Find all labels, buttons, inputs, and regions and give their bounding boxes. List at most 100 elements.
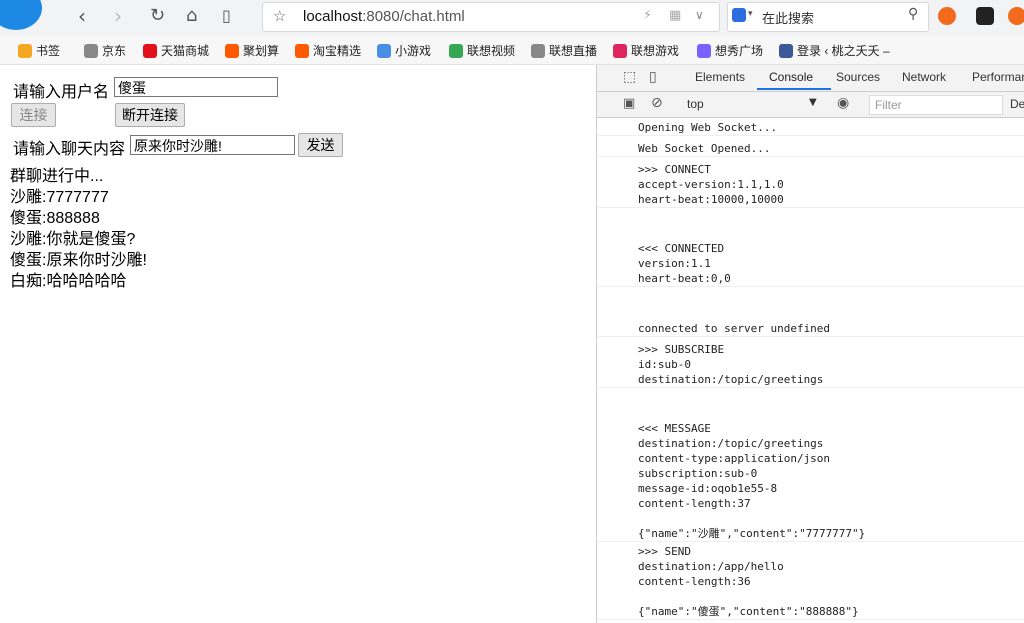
bookmark-item[interactable]: 天猫商城 — [143, 42, 209, 59]
bookmark-label: 联想视频 — [467, 44, 516, 58]
search-icon[interactable]: ⚲ — [908, 6, 918, 22]
console-entry: >>> SEND destination:/app/hello content-… — [597, 544, 1024, 620]
extension-icon-3[interactable] — [1008, 7, 1024, 25]
chat-message: 白痴:哈哈哈哈哈 — [10, 273, 127, 290]
bookmark-item[interactable]: 淘宝精选 — [295, 42, 361, 59]
forward-icon[interactable]: › — [114, 6, 122, 26]
engine-dropdown-icon[interactable]: ▾ — [748, 9, 753, 19]
console-entry-text: Web Socket Opened... — [638, 142, 771, 155]
bookmark-label: 联想游戏 — [631, 44, 680, 58]
bookmark-icon — [225, 44, 239, 58]
console-entry: >>> CONNECT accept-version:1.1,1.0 heart… — [597, 162, 1024, 208]
bookmark-icon — [613, 44, 627, 58]
tab-performance[interactable]: Performan — [972, 70, 1024, 84]
address-bar[interactable]: ☆ localhost:8080/chat.html ⚡ ▦ ∨ — [262, 2, 720, 32]
tab-network[interactable]: Network — [902, 70, 946, 84]
console-entry: <<< CONNECTED version:1.1 heart-beat:0,0 — [597, 241, 1024, 287]
chat-label: 请输入聊天内容 — [13, 141, 126, 158]
console-entry-text: <<< CONNECTED version:1.1 heart-beat:0,0 — [638, 242, 731, 285]
clear-console-icon[interactable]: ⊘ — [651, 95, 663, 111]
bookmark-label: 书签 — [36, 44, 61, 58]
star-icon[interactable]: ☆ — [273, 7, 286, 25]
context-dropdown-icon[interactable]: ▼ — [809, 97, 817, 108]
username-input[interactable]: 傻蛋 — [114, 77, 278, 97]
chat-input[interactable]: 原来你时沙雕! — [130, 135, 295, 155]
bookmark-label: 聚划算 — [243, 44, 280, 58]
console-entry: Web Socket Opened... — [597, 141, 1024, 157]
bookmark-item[interactable]: 想秀广场 — [697, 42, 763, 59]
bookmark-item[interactable]: 书签 — [18, 42, 60, 59]
reader-icon[interactable]: ▯ — [222, 6, 231, 26]
bookmark-item[interactable]: 小游戏 — [377, 42, 431, 59]
bookmark-label: 淘宝精选 — [313, 44, 362, 58]
bookmark-item[interactable]: 联想直播 — [531, 42, 597, 59]
url-text[interactable]: localhost:8080/chat.html — [303, 8, 465, 25]
bookmark-label: 联想直播 — [549, 44, 598, 58]
sidebar-toggle-icon[interactable]: ▣ — [623, 96, 635, 111]
devtools-tab-bar: ⬚ ▯ Elements Console Sources Network Per… — [597, 65, 1024, 92]
inspect-icon[interactable]: ⬚ — [623, 69, 636, 85]
bookmark-icon — [531, 44, 545, 58]
connect-button[interactable]: 连接 — [11, 103, 56, 127]
filter-placeholder: Filter — [875, 98, 902, 112]
bookmark-icon — [449, 44, 463, 58]
console-entry-text: >>> SUBSCRIBE id:sub-0 destination:/topi… — [638, 343, 824, 386]
disconnect-button[interactable]: 断开连接 — [115, 103, 185, 127]
console-entry-text: Opening Web Socket... — [638, 121, 778, 134]
home-icon[interactable]: ⌂ — [186, 6, 197, 26]
console-entry: >>> SUBSCRIBE id:sub-0 destination:/topi… — [597, 342, 1024, 388]
bookmark-label: 想秀广场 — [715, 44, 764, 58]
console-entry: connected to server undefined — [597, 321, 1024, 337]
browser-logo-icon — [0, 0, 42, 30]
console-filter-bar: ▣ ⊘ top ▼ ◉ Filter De — [597, 92, 1024, 118]
tab-console[interactable]: Console — [769, 70, 813, 84]
bookmark-icon — [18, 44, 32, 58]
bookmark-icon — [779, 44, 793, 58]
context-selector[interactable]: top — [687, 97, 704, 111]
console-entry: <<< MESSAGE destination:/topic/greetings… — [597, 421, 1024, 542]
log-levels-dropdown[interactable]: De — [1010, 97, 1024, 111]
console-entry-text: >>> SEND destination:/app/hello content-… — [638, 545, 859, 618]
chevron-down-icon[interactable]: ∨ — [695, 8, 704, 22]
bookmark-icon — [143, 44, 157, 58]
reload-icon[interactable]: ↻ — [150, 6, 165, 26]
page-content: 请输入用户名 傻蛋 连接 断开连接 请输入聊天内容 原来你时沙雕! 发送 群聊进… — [0, 65, 597, 623]
console-entry-text: >>> CONNECT accept-version:1.1,1.0 heart… — [638, 163, 784, 206]
search-engine-icon[interactable] — [732, 8, 746, 22]
console-log: Opening Web Socket... Web Socket Opened..… — [597, 118, 1024, 623]
bookmark-label: 天猫商城 — [161, 44, 210, 58]
username-label: 请输入用户名 — [13, 84, 110, 101]
send-button[interactable]: 发送 — [298, 133, 343, 157]
bookmark-item[interactable]: 登录 ‹ 桃之夭夭 – — [779, 42, 890, 59]
back-icon[interactable]: ‹ — [78, 6, 86, 26]
bookmark-label: 登录 ‹ 桃之夭夭 – — [797, 44, 890, 58]
qr-code-icon[interactable]: ▦ — [669, 8, 681, 23]
search-box[interactable]: ▾ 在此搜索 ⚲ — [727, 2, 929, 32]
bookmark-label: 京东 — [102, 44, 127, 58]
url-path: :8080/chat.html — [362, 8, 465, 25]
console-entry-text: <<< MESSAGE destination:/topic/greetings… — [638, 422, 866, 540]
bookmark-item[interactable]: 京东 — [84, 42, 126, 59]
active-tab-indicator — [757, 88, 831, 90]
search-placeholder: 在此搜索 — [762, 11, 815, 26]
tab-sources[interactable]: Sources — [836, 70, 880, 84]
console-entry: Opening Web Socket... — [597, 120, 1024, 136]
url-host: localhost — [303, 8, 363, 25]
bookmark-icon — [84, 44, 98, 58]
filter-input[interactable]: Filter — [869, 95, 1003, 115]
bookmark-item[interactable]: 联想视频 — [449, 42, 515, 59]
extension-icon-2[interactable] — [976, 7, 994, 25]
bookmark-label: 小游戏 — [395, 44, 432, 58]
tab-elements[interactable]: Elements — [695, 70, 745, 84]
devtools-panel: ⬚ ▯ Elements Console Sources Network Per… — [597, 65, 1024, 623]
eye-icon[interactable]: ◉ — [837, 95, 849, 111]
bookmark-icon — [697, 44, 711, 58]
device-toggle-icon[interactable]: ▯ — [649, 69, 657, 85]
console-entry-text: connected to server undefined — [638, 322, 831, 335]
bookmark-item[interactable]: 聚划算 — [225, 42, 279, 59]
bookmark-icon — [377, 44, 391, 58]
extension-icon[interactable] — [938, 7, 956, 25]
bookmark-icon — [295, 44, 309, 58]
bookmark-item[interactable]: 联想游戏 — [613, 42, 679, 59]
lightning-icon[interactable]: ⚡ — [643, 8, 652, 23]
